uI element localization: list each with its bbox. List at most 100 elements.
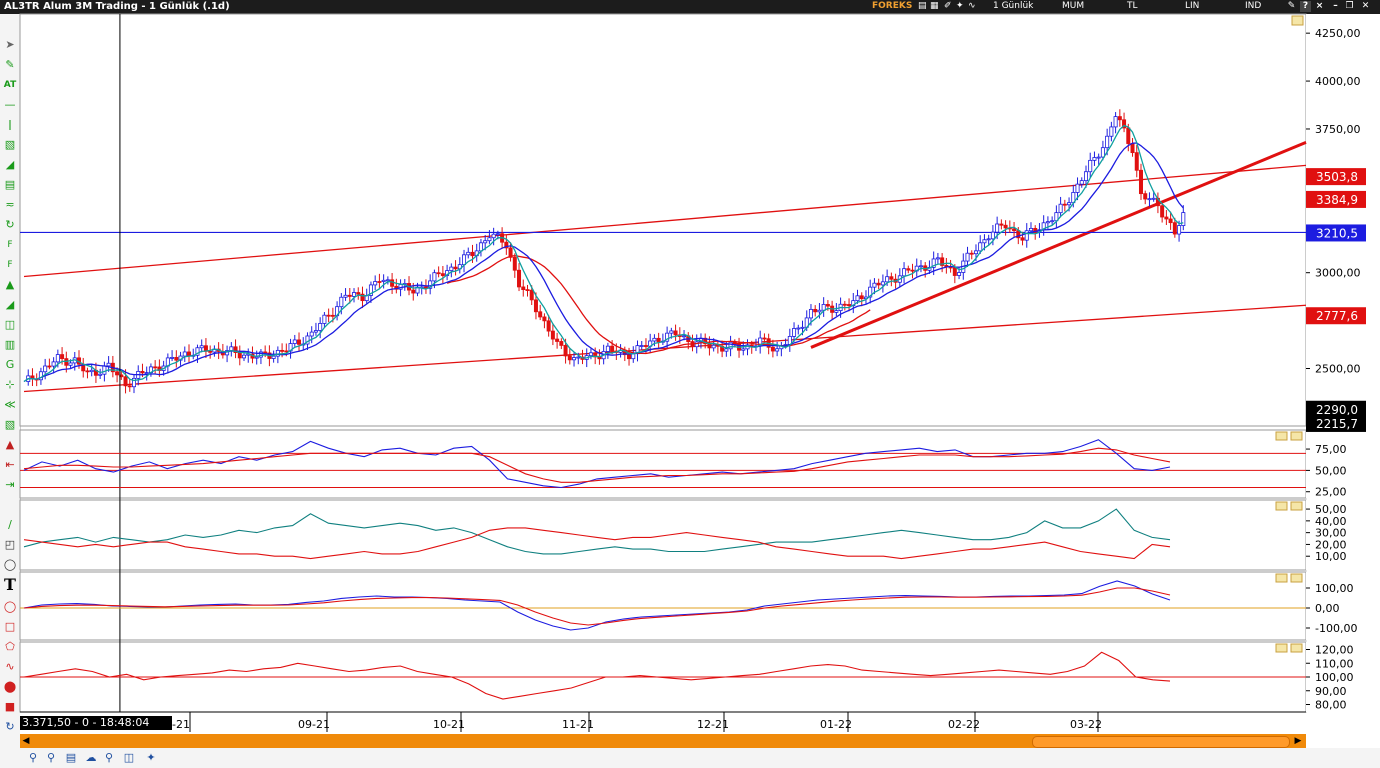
- candle-body: [343, 294, 348, 298]
- candle-body: [373, 281, 378, 286]
- candle-body: [55, 354, 60, 363]
- database-icon[interactable]: ◫: [122, 751, 136, 765]
- candle-body: [538, 311, 543, 318]
- candle-body: [521, 286, 526, 291]
- save-icon[interactable]: ▤: [64, 751, 78, 765]
- candle-body: [1134, 152, 1139, 171]
- candle-body: [982, 239, 987, 244]
- pane-close-icon-4: [1290, 643, 1303, 653]
- chart-canvas[interactable]: 4250,00 4000,00 3750,00 3000,00 2500,00 3503,…: [0, 0, 1380, 768]
- zoom-out-icon[interactable]: ⚲: [44, 751, 58, 765]
- candle-body: [542, 316, 547, 322]
- scroll-right-icon[interactable]: ▶: [1292, 734, 1304, 748]
- candle-body: [990, 231, 995, 240]
- candle-body: [436, 272, 441, 275]
- x-axis-band: [20, 712, 1306, 734]
- candle-body: [377, 281, 382, 283]
- horizontal-scrollbar[interactable]: ◀ ▶: [20, 734, 1306, 748]
- sub-y-tick-label: 50,00: [1315, 464, 1347, 477]
- candle-body: [555, 338, 560, 342]
- candle-body: [43, 365, 48, 373]
- price-label: 3384,9: [1316, 193, 1358, 207]
- candle-body: [1130, 143, 1135, 154]
- candle-body: [495, 233, 500, 236]
- candle-body: [170, 357, 175, 359]
- candle-body: [550, 330, 555, 340]
- candle-body: [263, 351, 268, 354]
- sub-y-tick-label: -100,00: [1315, 622, 1357, 635]
- candle-body: [808, 308, 813, 319]
- candle-body: [728, 341, 733, 350]
- candle-body: [643, 345, 648, 347]
- candle-body: [85, 370, 90, 373]
- candle-body: [1079, 180, 1084, 185]
- candle-body: [199, 345, 204, 349]
- candle-body: [957, 272, 962, 276]
- candle-body: [326, 314, 331, 317]
- candle-body: [1151, 197, 1156, 200]
- candle-body: [627, 354, 632, 360]
- candle-body: [1160, 205, 1165, 218]
- price-label: 3503,8: [1316, 170, 1358, 184]
- candle-body: [682, 335, 687, 338]
- candle-body: [1096, 156, 1101, 159]
- search-icon[interactable]: ⚲: [102, 751, 116, 765]
- scroll-thumb[interactable]: [1032, 736, 1290, 748]
- pane-close-icon-2: [1290, 501, 1303, 511]
- candle-body: [724, 348, 729, 352]
- candle-body: [978, 242, 983, 252]
- candle-body: [51, 361, 56, 367]
- candle-body: [796, 327, 801, 330]
- pane-settings-icon-2: [1275, 501, 1288, 511]
- candle-body: [1164, 216, 1169, 220]
- sub-y-tick-label: 25,00: [1315, 486, 1347, 499]
- candle-body: [559, 341, 564, 346]
- candle-body: [817, 309, 822, 313]
- magic-icon[interactable]: ✦: [144, 751, 158, 765]
- candle-body: [356, 292, 361, 295]
- candle-body: [859, 295, 864, 300]
- candle-body: [483, 240, 488, 244]
- candle-body: [47, 365, 52, 368]
- candle-body: [889, 276, 894, 280]
- candle-body: [669, 330, 674, 334]
- candle-body: [741, 348, 746, 351]
- candle-body: [533, 299, 538, 313]
- candle-body: [1058, 203, 1063, 214]
- sub-y-tick-label: 100,00: [1315, 671, 1354, 684]
- candle-body: [800, 326, 805, 329]
- candle-body: [656, 337, 661, 343]
- candle-body: [98, 373, 103, 376]
- candle-body: [965, 252, 970, 262]
- candle-body: [639, 345, 644, 347]
- main-pane-settings-icon: [1291, 15, 1304, 26]
- candle-body: [572, 357, 577, 361]
- candle-body: [284, 350, 289, 353]
- candle-body: [834, 310, 839, 313]
- candle-body: [610, 345, 615, 352]
- scroll-left-icon[interactable]: ◀: [20, 734, 32, 748]
- candle-body: [1109, 126, 1114, 137]
- x-tick-label: 09-21: [298, 718, 330, 731]
- candle-body: [529, 289, 534, 301]
- candle-body: [102, 365, 107, 375]
- candle-body: [1083, 171, 1088, 182]
- candle-body: [115, 371, 120, 376]
- candle-body: [576, 356, 581, 359]
- candle-body: [821, 304, 826, 311]
- price-label: 3210,5: [1316, 226, 1358, 240]
- candle-body: [449, 266, 454, 272]
- candle-body: [89, 369, 94, 373]
- candle-body: [986, 238, 991, 241]
- candle-body: [525, 289, 530, 292]
- candle-body: [1045, 221, 1050, 224]
- candle-body: [339, 296, 344, 308]
- candle-body: [254, 356, 259, 359]
- candle-body: [292, 339, 297, 344]
- candle-body: [855, 295, 860, 302]
- sub-y-tick-label: 100,00: [1315, 582, 1354, 595]
- candle-body: [876, 282, 881, 286]
- cloud-icon[interactable]: ☁: [84, 751, 98, 765]
- candle-body: [1105, 135, 1110, 149]
- zoom-in-icon[interactable]: ⚲: [26, 751, 40, 765]
